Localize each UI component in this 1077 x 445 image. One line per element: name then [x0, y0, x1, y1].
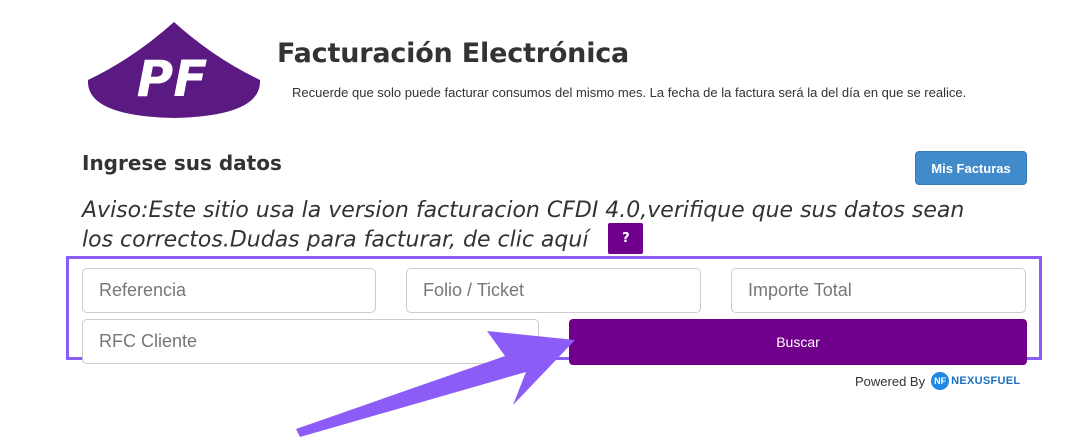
page-title: Facturación Electrónica: [277, 38, 630, 69]
svg-text:PF: PF: [137, 50, 208, 108]
nexusfuel-logo-text: NEXUSFUEL: [951, 375, 1021, 387]
invoice-page: PF Facturación Electrónica Recuerde que …: [0, 0, 1077, 445]
powered-by-label: Powered By: [855, 373, 926, 389]
help-button[interactable]: ?: [608, 223, 644, 254]
importe-total-input[interactable]: [731, 268, 1026, 313]
rfc-cliente-input[interactable]: [82, 319, 539, 364]
nexusfuel-logo-icon: NF: [931, 372, 950, 390]
section-heading: Ingrese sus datos: [82, 151, 282, 175]
folio-ticket-input[interactable]: [406, 268, 701, 313]
cfdi-notice-text: Aviso:Este sitio usa la version facturac…: [82, 198, 965, 253]
powered-by: Powered By NF NEXUSFUEL: [855, 372, 1020, 390]
referencia-input[interactable]: [82, 268, 376, 313]
cfdi-notice: Aviso:Este sitio usa la version facturac…: [82, 197, 1002, 256]
buscar-button[interactable]: Buscar: [569, 319, 1027, 365]
mis-facturas-button[interactable]: Mis Facturas: [915, 151, 1027, 185]
billing-notice: Recuerde que solo puede facturar consumo…: [292, 85, 967, 100]
pf-logo-icon: PF: [87, 22, 261, 118]
nexusfuel-logo: NF NEXUSFUEL: [931, 372, 1020, 390]
